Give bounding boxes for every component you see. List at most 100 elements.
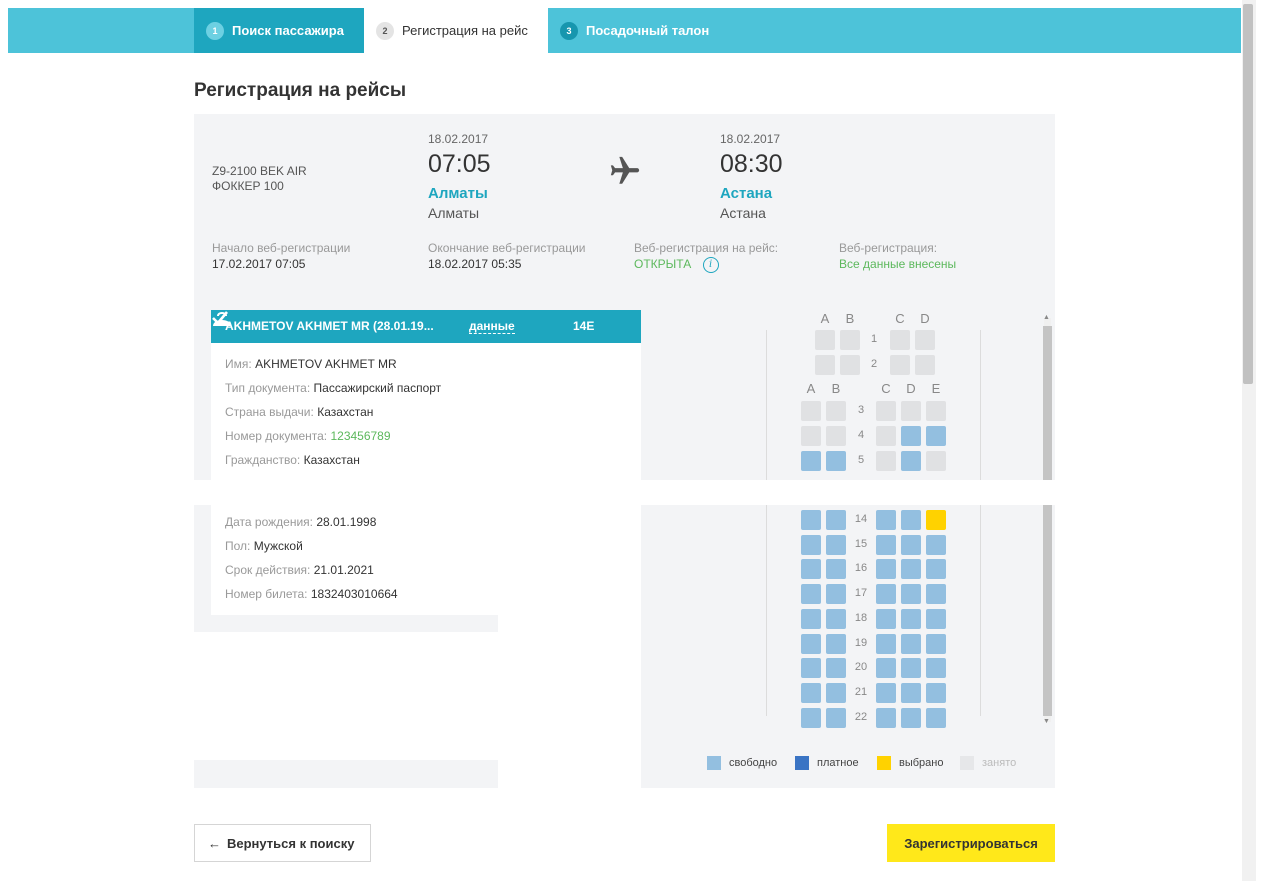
legend-swatch [707, 756, 721, 770]
seat-16B[interactable] [826, 559, 846, 580]
passenger-data-link[interactable]: данные [469, 319, 515, 334]
seat-20B[interactable] [826, 658, 846, 679]
seat-22C[interactable] [876, 707, 896, 728]
page-scroll-thumb[interactable] [1243, 4, 1253, 384]
pax-field-ticket: Номер билета: 1832403010664 [225, 587, 398, 601]
seat-17A[interactable] [801, 584, 821, 605]
departure-airport: Алматы [428, 205, 480, 221]
seat-row-number: 5 [857, 454, 865, 466]
seatmap-scroll-down[interactable]: ▼ [1043, 718, 1050, 725]
seat-15D[interactable] [901, 534, 921, 555]
legend-label: свободно [729, 757, 778, 769]
seat-15B[interactable] [826, 534, 846, 555]
passenger-seat: 14E [573, 319, 595, 333]
seat-row-number: 16 [854, 562, 868, 575]
seat-21D[interactable] [901, 682, 921, 703]
seat-18A[interactable] [801, 608, 821, 629]
seat-col-header: C [881, 381, 891, 396]
seat-19C[interactable] [876, 633, 896, 654]
seat-20A[interactable] [801, 658, 821, 679]
check-icon [212, 311, 229, 325]
seat-2B [840, 355, 860, 375]
seat-4D[interactable] [901, 426, 921, 446]
seat-19D[interactable] [901, 633, 921, 654]
flight-card: Z9-2100 BEK AIR ФОККЕР 100 18.02.2017 07… [194, 114, 1055, 294]
seat-17E[interactable] [926, 584, 946, 605]
legend-swatch [960, 756, 974, 770]
seat-18E[interactable] [926, 608, 946, 629]
seat-21B[interactable] [826, 682, 846, 703]
seat-18B[interactable] [826, 608, 846, 629]
step-label: Поиск пассажира [232, 23, 344, 38]
seat-5A[interactable] [801, 451, 821, 471]
info-icon[interactable]: i [702, 256, 719, 273]
seat-1A [815, 330, 835, 350]
legend-label: выбрано [899, 757, 944, 769]
seat-16A[interactable] [801, 559, 821, 580]
seat-14C[interactable] [876, 510, 896, 530]
seat-18C[interactable] [876, 608, 896, 629]
seat-22E[interactable] [926, 707, 946, 728]
seat-20E[interactable] [926, 658, 946, 679]
seat-21E[interactable] [926, 682, 946, 703]
passenger-header[interactable]: AKHMETOV AKHMET MR (28.01.19... данные 1… [211, 310, 691, 343]
seat-18D[interactable] [901, 608, 921, 629]
legend-label: занято [982, 757, 1017, 769]
page-title: Регистрация на рейсы [194, 80, 407, 101]
seat-15E[interactable] [926, 534, 946, 555]
seat-14A[interactable] [801, 510, 821, 530]
seat-17B[interactable] [826, 584, 846, 605]
seat-3E [926, 401, 946, 421]
seat-22D[interactable] [901, 707, 921, 728]
seat-16E[interactable] [926, 559, 946, 580]
seat-17C[interactable] [876, 584, 896, 605]
seat-22B[interactable] [826, 707, 846, 728]
seat-row-number: 4 [857, 429, 865, 441]
seat-22A[interactable] [801, 707, 821, 728]
step-flight-checkin[interactable]: 2 Регистрация на рейс [364, 8, 548, 53]
step-boarding-pass[interactable]: 3 Посадочный талон [548, 8, 788, 53]
seat-3D [901, 401, 921, 421]
step-label: Регистрация на рейс [402, 23, 528, 38]
register-button[interactable]: Зарегистрироваться [887, 824, 1055, 862]
back-to-search-button[interactable]: ← Вернуться к поиску [194, 824, 371, 862]
seat-5C [876, 451, 896, 471]
seat-17D[interactable] [901, 584, 921, 605]
seat-col-header: A [820, 311, 830, 326]
seat-14B[interactable] [826, 510, 846, 530]
seat-5D[interactable] [901, 451, 921, 471]
seat-15A[interactable] [801, 534, 821, 555]
webreg-status: Веб-регистрация: Все данные внесены [839, 240, 956, 272]
seat-15C[interactable] [876, 534, 896, 555]
seat-row-number: 1 [870, 333, 878, 345]
seat-21A[interactable] [801, 682, 821, 703]
checkin-end: Окончание веб-регистрации 18.02.2017 05:… [428, 240, 585, 272]
departure-date: 18.02.2017 [428, 132, 489, 146]
seat-2D [915, 355, 935, 375]
seat-row-number: 3 [857, 404, 865, 416]
seat-19A[interactable] [801, 633, 821, 654]
seat-16C[interactable] [876, 559, 896, 580]
step-passenger-search[interactable]: 1 Поиск пассажира [194, 8, 364, 53]
seat-14D[interactable] [901, 510, 921, 530]
seat-1C [890, 330, 910, 350]
legend-free: свободно [707, 756, 777, 770]
webreg-status-value: Все данные внесены [839, 257, 957, 271]
seat-5B[interactable] [826, 451, 846, 471]
arrival-time: 08:30 [720, 150, 783, 178]
seat-4E[interactable] [926, 426, 946, 446]
seat-20C[interactable] [876, 658, 896, 679]
seatmap-scroll-up[interactable]: ▲ [1043, 314, 1050, 321]
checkin-page: 1 Поиск пассажира 2 Регистрация на рейс … [0, 0, 1261, 881]
seatmap-scroll-thumb[interactable] [1043, 326, 1052, 716]
seat-col-header: A [806, 381, 816, 396]
seat-19B[interactable] [826, 633, 846, 654]
seat-20D[interactable] [901, 658, 921, 679]
departure-time: 07:05 [428, 150, 491, 178]
seat-16D[interactable] [901, 559, 921, 580]
checkin-status-value: ОТКРЫТА [634, 257, 692, 271]
seat-19E[interactable] [926, 633, 946, 654]
seat-21C[interactable] [876, 682, 896, 703]
seat-14E[interactable] [926, 510, 946, 530]
seat-row-number: 22 [854, 710, 868, 723]
